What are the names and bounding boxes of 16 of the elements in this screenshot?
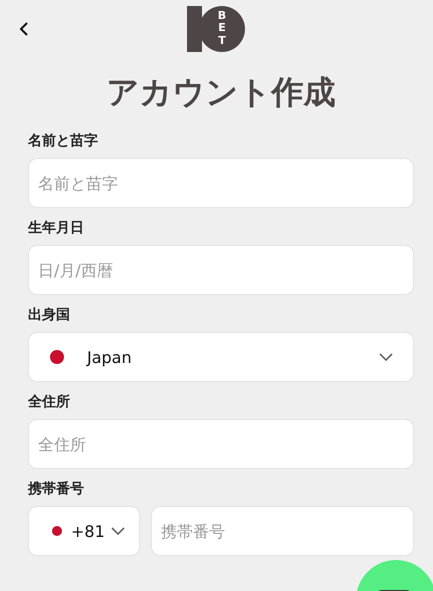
page-title: アカウント作成 (106, 72, 336, 112)
chevron-icon (111, 527, 125, 535)
back-icon[interactable] (18, 21, 30, 37)
field-label: 出身国 (28, 306, 71, 324)
field-label: 生年月日 (28, 219, 85, 237)
chevron-icon (379, 353, 393, 361)
field-label: 全住所 (28, 393, 71, 411)
country-code-select[interactable]: +81 (28, 506, 140, 556)
field-label: 携帯番号 (28, 480, 85, 498)
country-select[interactable]: Japan (28, 332, 414, 382)
field-label: 名前と苗字 (28, 132, 99, 150)
input-field[interactable]: 日/月/西暦 (28, 245, 414, 295)
input-field[interactable]: 全住所 (28, 419, 414, 469)
input-field[interactable]: 名前と苗字 (28, 158, 414, 208)
logo: BET (187, 6, 245, 52)
input-field[interactable]: 携帯番号 (151, 506, 414, 556)
